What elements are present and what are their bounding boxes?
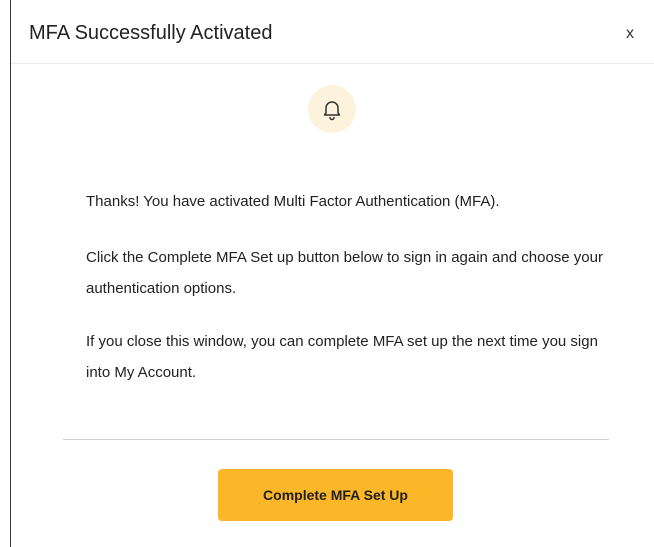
complete-mfa-setup-button[interactable]: Complete MFA Set Up <box>218 469 453 521</box>
close-info-message: If you close this window, you can comple… <box>86 333 598 381</box>
divider <box>63 439 609 440</box>
dialog-header: MFA Successfully Activated x <box>11 0 654 64</box>
close-button[interactable]: x <box>620 24 640 44</box>
instruction-message: Click the Complete MFA Set up button bel… <box>86 249 603 297</box>
dialog-title: MFA Successfully Activated <box>29 22 273 44</box>
bell-icon <box>308 85 356 133</box>
confirmation-message: Thanks! You have activated Multi Factor … <box>86 193 500 210</box>
mfa-activated-dialog: MFA Successfully Activated x Thanks! You… <box>10 0 654 547</box>
